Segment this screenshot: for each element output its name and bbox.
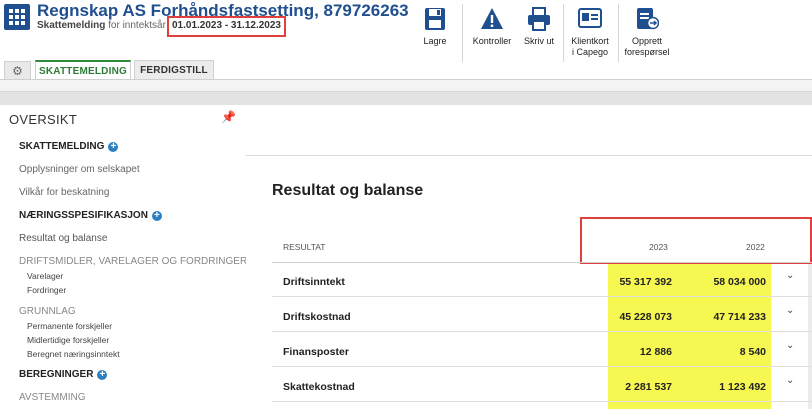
- sidebar-item-vilkar[interactable]: Vilkår for beskatning: [19, 187, 109, 198]
- table-row[interactable]: Driftsinntekt 55 317 392 58 034 000 ⌄: [272, 264, 812, 297]
- client-card-icon: [578, 8, 602, 28]
- tab-ferdigstill[interactable]: FERDIGSTILL: [134, 60, 214, 80]
- settings-tab[interactable]: ⚙: [4, 61, 31, 80]
- app-grid-icon[interactable]: [4, 4, 30, 30]
- income-year-period: 01.01.2023 - 31.12.2023: [172, 20, 281, 31]
- page-title: Resultat og balanse: [272, 182, 424, 199]
- main-divider: [246, 155, 812, 156]
- print-button[interactable]: Skriv ut: [520, 6, 558, 47]
- sidebar-item-skattemelding[interactable]: SKATTEMELDING +: [19, 141, 119, 152]
- create-request-label-1: Opprett: [631, 36, 662, 46]
- tab-skattemelding[interactable]: SKATTEMELDING: [35, 60, 131, 80]
- print-label: Skriv ut: [523, 36, 554, 46]
- sidebar-item-beregnet[interactable]: Beregnet næringsinntekt: [27, 349, 120, 359]
- sidebar-group-driftsmidler[interactable]: DRIFTSMIDLER, VARELAGER OG FORDRINGER: [19, 256, 247, 267]
- row-value-2022: 1 123 492: [719, 381, 766, 393]
- create-request-icon: [637, 8, 659, 30]
- sidebar-item-resultat-balanse[interactable]: Resultat og balanse: [19, 233, 107, 244]
- print-icon: [528, 7, 550, 31]
- result-column-header: RESULTAT: [283, 242, 326, 252]
- header-divider: [272, 262, 812, 263]
- tab-content-strip: [0, 80, 812, 92]
- year-2023-header: 2023: [649, 242, 668, 252]
- row-label: Skattekostnad: [283, 381, 355, 393]
- row-label: Finansposter: [283, 346, 349, 358]
- plus-icon[interactable]: +: [97, 370, 108, 380]
- check-label: Kontroller: [472, 36, 512, 46]
- client-card-label-1: Klientkort: [571, 36, 609, 46]
- sidebar-item-label: BEREGNINGER: [19, 369, 94, 380]
- row-label: Driftskostnad: [283, 311, 351, 323]
- sidebar-item-varelager[interactable]: Varelager: [27, 271, 63, 281]
- pin-icon[interactable]: 📌: [221, 110, 236, 124]
- subtitle-middle: for inntektsår: [108, 20, 166, 31]
- sidebar-item-midlertidige[interactable]: Midlertidige forskjeller: [27, 335, 109, 345]
- chevron-down-icon[interactable]: ⌄: [786, 375, 794, 386]
- row-value-2022: 8 540: [739, 346, 766, 358]
- warning-icon: [481, 8, 503, 29]
- app-header: Regnskap AS Forhåndsfastsetting, 8797262…: [0, 0, 812, 62]
- row-label: Driftsinntekt: [283, 276, 345, 288]
- create-request-button[interactable]: Opprett forespørsel: [622, 6, 672, 58]
- toolbar-divider: [563, 4, 564, 62]
- subtitle-prefix: Skattemelding: [37, 20, 106, 31]
- row-value-2023: 55 317 392: [619, 276, 672, 288]
- page-subtitle: Skattemelding for inntektsår: [37, 20, 166, 31]
- sidebar-item-beregninger[interactable]: BEREGNINGER +: [19, 369, 108, 380]
- chevron-down-icon[interactable]: ⌄: [786, 305, 794, 316]
- year-columns-annotation-box: [580, 217, 812, 264]
- toolbar-divider: [462, 4, 463, 62]
- create-request-label-2: forespørsel: [624, 47, 670, 57]
- save-icon: [425, 8, 445, 30]
- overview-sidebar: OVERSIKT 📌 SKATTEMELDING + Opplysninger o…: [3, 107, 247, 409]
- plus-icon[interactable]: +: [108, 142, 119, 152]
- check-button[interactable]: Kontroller: [470, 6, 514, 47]
- toolbar-divider: [618, 4, 619, 62]
- sidebar-item-label: NÆRINGSSPESIFIKASJON: [19, 210, 148, 221]
- row-value-2023: 45 228 073: [619, 311, 672, 323]
- sidebar-item-opplysninger[interactable]: Opplysninger om selskapet: [19, 164, 140, 175]
- row-value-2023: 12 886: [639, 346, 672, 358]
- sidebar-item-avstemming[interactable]: AVSTEMMING: [19, 392, 85, 403]
- table-row[interactable]: Driftskostnad 45 228 073 47 714 233 ⌄: [272, 299, 812, 332]
- row-value-2023: 2 281 537: [625, 381, 672, 393]
- save-label: Lagre: [423, 36, 447, 46]
- plus-icon[interactable]: +: [151, 211, 162, 221]
- year-2022-header: 2022: [746, 242, 765, 252]
- table-row[interactable]: Finansposter 12 886 8 540 ⌄: [272, 334, 812, 367]
- client-card-button[interactable]: Klientkort i Capego: [568, 6, 612, 58]
- sidebar-item-fordringer[interactable]: Fordringer: [27, 285, 66, 295]
- chevron-down-icon[interactable]: ⌄: [786, 340, 794, 351]
- sidebar-item-label: SKATTEMELDING: [19, 141, 105, 152]
- row-value-2022: 47 714 233: [713, 311, 766, 323]
- save-button[interactable]: Lagre: [418, 6, 452, 47]
- sidebar-group-grunnlag[interactable]: GRUNNLAG: [19, 306, 76, 317]
- sidebar-title: OVERSIKT: [9, 112, 78, 127]
- chevron-down-icon[interactable]: ⌄: [786, 270, 794, 281]
- sidebar-item-naeringsspesifikasjon[interactable]: NÆRINGSSPESIFIKASJON +: [19, 210, 162, 221]
- client-card-label-2: i Capego: [571, 47, 609, 57]
- table-row[interactable]: Skattekostnad 2 281 537 1 123 492 ⌄: [272, 369, 812, 402]
- sidebar-item-permanente[interactable]: Permanente forskjeller: [27, 321, 112, 331]
- gear-icon: ⚙: [12, 64, 23, 78]
- row-value-2022: 58 034 000: [713, 276, 766, 288]
